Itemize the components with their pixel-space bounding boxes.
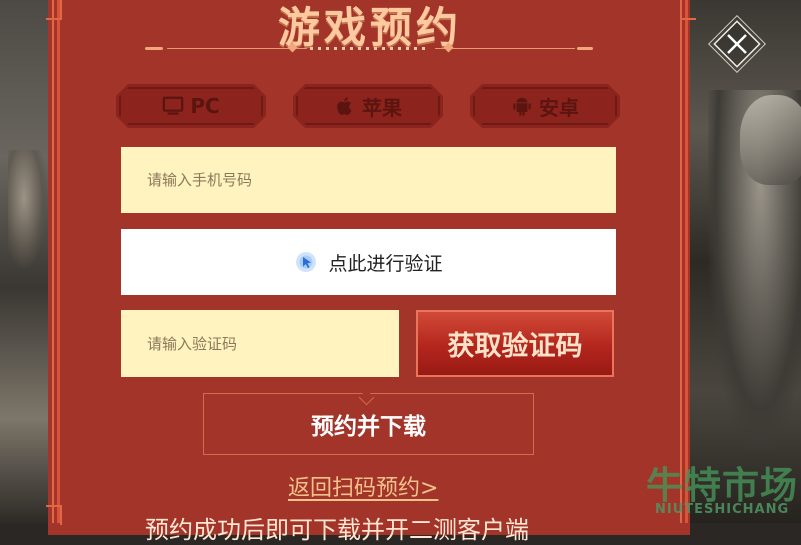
get-code-button[interactable]: 获取验证码 [416,310,614,377]
tab-android-label: 安卓 [539,95,579,120]
title-decoration [145,42,593,53]
cursor-click-icon [296,252,317,272]
monitor-icon [162,95,184,117]
frame-corner-top-left [46,0,62,20]
android-icon [511,95,533,117]
tab-pc-label: PC [190,94,220,118]
bottom-note: 预约成功后即可下载并开二测客户端 [145,516,529,544]
watermark-subtext: NIUTESHICHANG [655,502,790,517]
background-character-hood [740,95,801,185]
verify-label: 点此进行验证 [328,252,443,275]
dialog-frame-right [680,0,682,523]
frame-corner-bottom-left [46,505,62,525]
tab-pc[interactable]: PC [116,84,266,128]
tab-apple-label: 苹果 [362,95,402,120]
phone-input[interactable] [121,147,616,213]
captcha-verify-button[interactable]: 点此进行验证 [121,229,616,295]
verification-code-input[interactable] [121,310,399,377]
watermark-logo: 牛特市场 [646,464,798,507]
tab-apple[interactable]: 苹果 [293,84,443,128]
close-button[interactable] [708,15,766,73]
dialog-frame-left-inner [57,0,60,523]
dialog-frame-left [52,0,54,523]
dialog-frame-right-inner [685,0,688,523]
back-to-qr-link[interactable]: 返回扫码预约> [288,470,453,502]
frame-corner-top-right [680,0,696,20]
apple-icon [334,95,356,117]
tab-android[interactable]: 安卓 [470,84,620,128]
close-icon [708,15,766,73]
